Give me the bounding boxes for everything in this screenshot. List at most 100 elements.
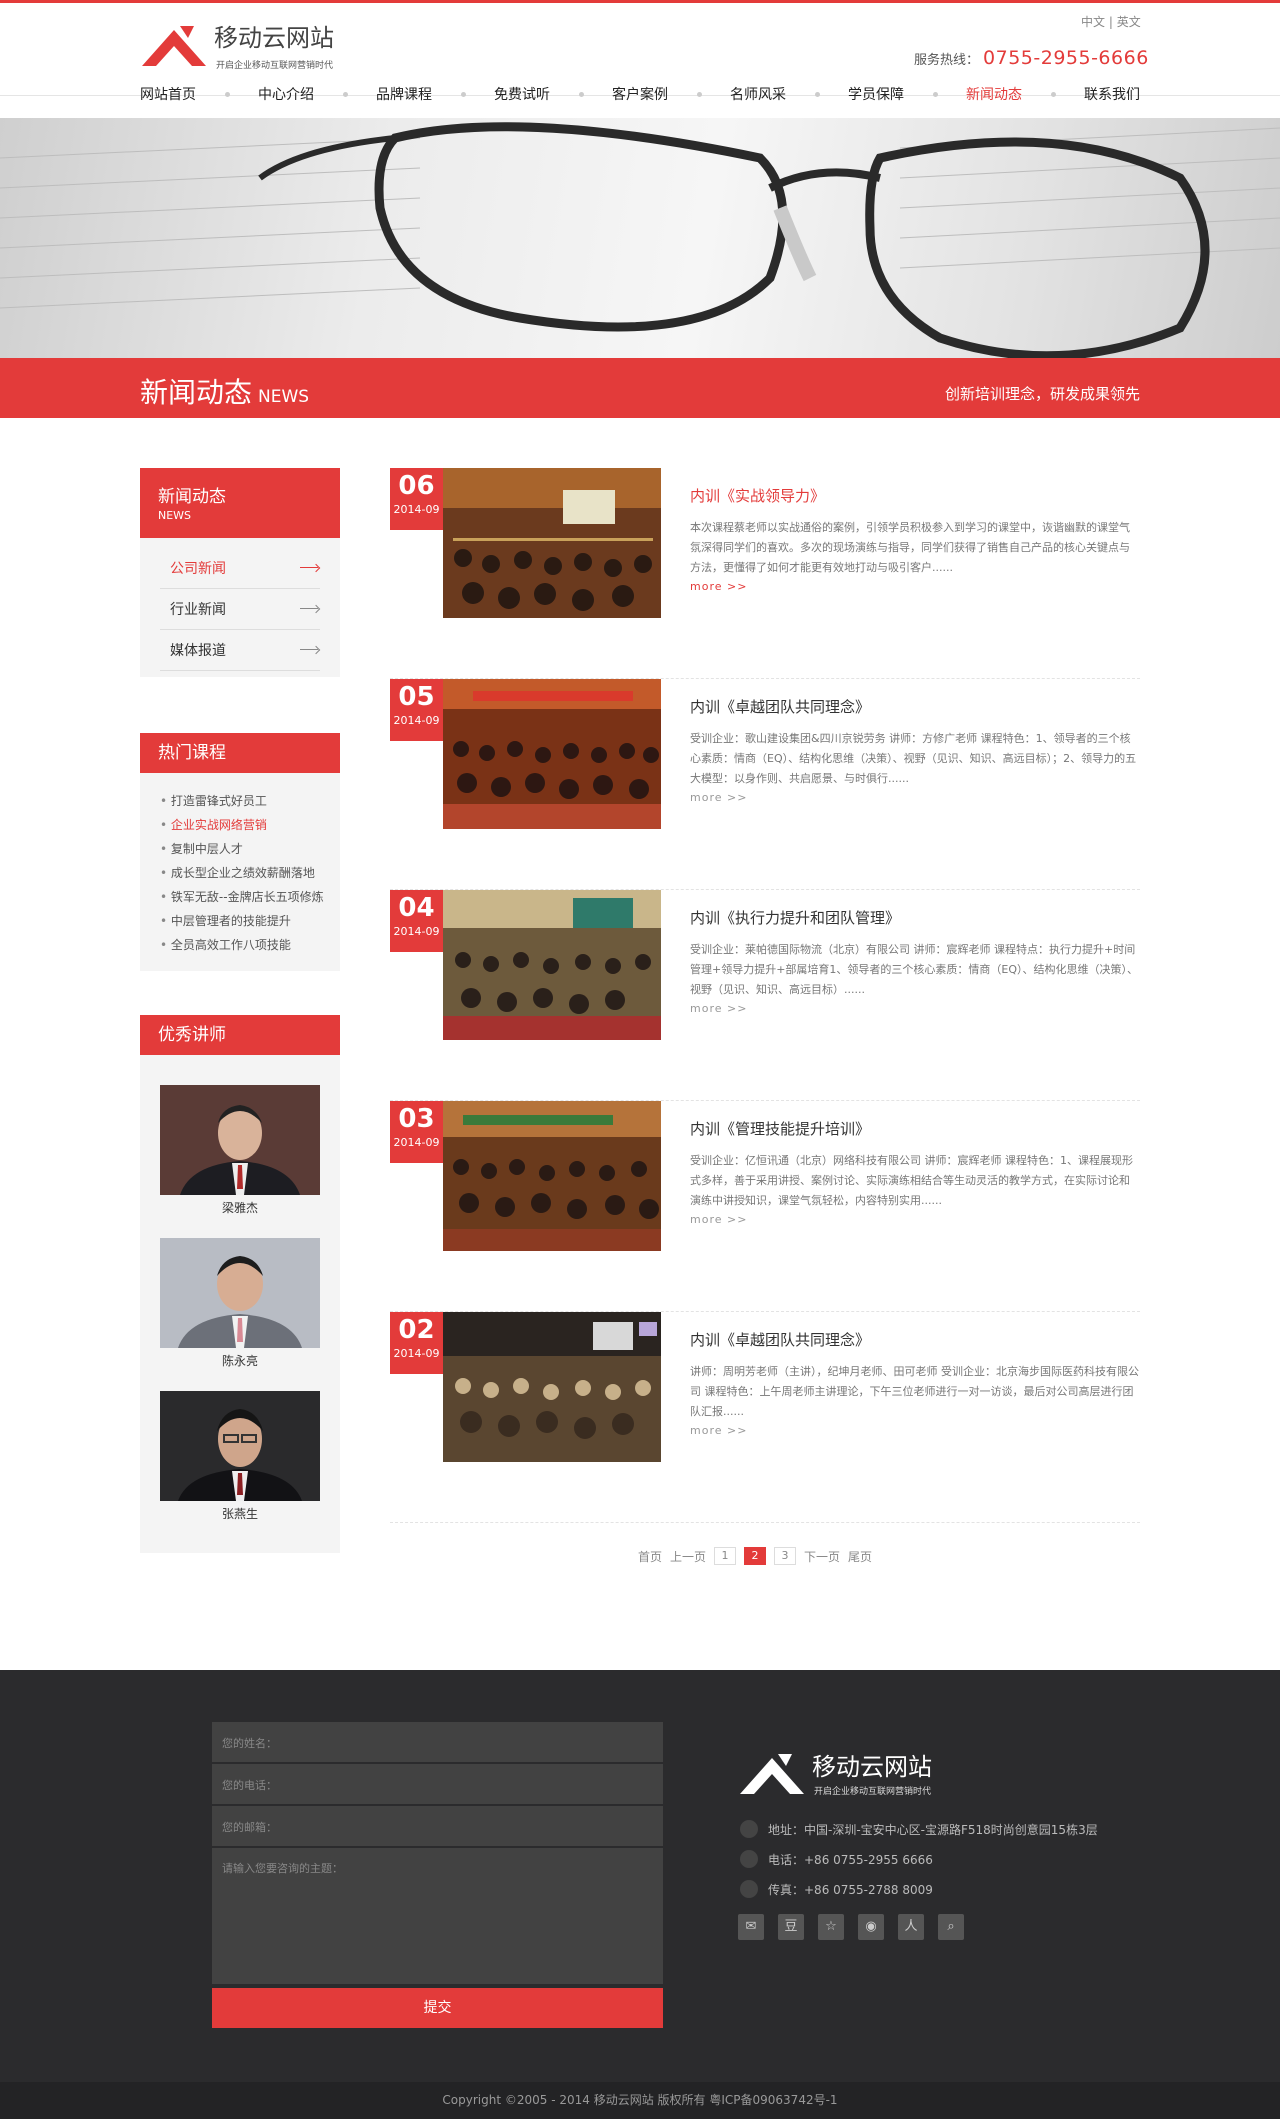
teacher-card[interactable]: 张燕生 [160,1391,320,1544]
logo-icon [140,24,208,68]
teacher-name: 梁雅杰 [221,1201,258,1215]
news-date-badge: 02 2014-09 [390,1312,443,1374]
nav-item-contact[interactable]: 联系我们 [1084,84,1140,104]
name-field[interactable]: 您的姓名： [212,1722,663,1762]
news-body: 内训《执行力提升和团队管理》 受训企业：莱帕德国际物流（北京）有限公司 讲师：宸… [690,906,1140,1015]
weibo-icon[interactable]: ◉ [858,1914,884,1940]
news-year-month: 2014-09 [393,714,440,727]
hot-course-item[interactable]: 成长型企业之绩效薪酬落地 [160,861,340,885]
news-year-month: 2014-09 [393,1136,440,1149]
news-date-badge: 03 2014-09 [390,1101,443,1163]
news-title[interactable]: 内训《实战领导力》 [690,484,1140,508]
teachers-title: 优秀讲师 [140,1015,340,1055]
location-icon [740,1820,758,1838]
arrow-right-icon [300,605,320,613]
news-more-link[interactable]: more >> [690,1424,1140,1437]
nav-item-cases[interactable]: 客户案例 [612,84,668,104]
message-field[interactable]: 请输入您要咨询的主题： [212,1848,663,1984]
nav-separator [578,91,584,97]
teacher-photo [160,1391,320,1501]
sidebar-item-label: 公司新闻 [170,561,226,577]
news-thumbnail[interactable] [443,679,661,829]
news-title[interactable]: 内训《管理技能提升培训》 [690,1117,1140,1141]
teacher-card[interactable]: 陈永亮 [160,1238,320,1391]
news-more-link[interactable]: more >> [690,1002,1140,1015]
hot-course-item[interactable]: 中层管理者的技能提升 [160,909,340,933]
hot-course-item[interactable]: 复制中层人才 [160,837,340,861]
top-accent-line [0,0,1280,3]
lang-separator: | [1108,15,1113,29]
section-slogan: 创新培训理念，研发成果领先 [944,385,1140,403]
pager-page-current[interactable]: 2 [744,1547,767,1565]
hot-course-item[interactable]: 打造雷锋式好员工 [160,789,340,813]
nav-item-about[interactable]: 中心介绍 [258,84,314,104]
news-body: 内训《卓越团队共同理念》 讲师：周明芳老师（主讲），纪坤月老师、田可老师 受训企… [690,1328,1140,1437]
phone-field[interactable]: 您的电话： [212,1764,663,1804]
news-year-month: 2014-09 [393,1347,440,1360]
news-thumbnail[interactable] [443,890,661,1040]
news-thumbnail[interactable] [443,1101,661,1251]
search-icon[interactable]: ⌕ [938,1914,964,1940]
news-more-link[interactable]: more >> [690,1213,1140,1226]
sidebar-head: 新闻动态 NEWS [140,468,340,538]
submit-button[interactable]: 提交 [212,1988,663,2028]
nav-item-home[interactable]: 网站首页 [140,84,196,104]
nav-separator [460,91,466,97]
section-title-en: NEWS [258,387,310,407]
pager-last[interactable]: 尾页 [848,1548,872,1565]
news-item[interactable]: 03 2014-09 内训《管理技能提升培训》 受训企业：亿恒讯通（北京）网络科… [390,1101,1140,1312]
arrow-right-icon [300,564,320,572]
nav-item-teachers[interactable]: 名师风采 [730,84,786,104]
news-more-link[interactable]: more >> [690,580,1140,593]
email-field[interactable]: 您的邮箱： [212,1806,663,1846]
pager-page[interactable]: 1 [714,1547,737,1565]
news-title[interactable]: 内训《卓越团队共同理念》 [690,1328,1140,1352]
news-summary: 讲师：周明芳老师（主讲），纪坤月老师、田可老师 受训企业：北京海步国际医药科技有… [690,1365,1139,1418]
sidebar-item-industry-news[interactable]: 行业新闻 [160,589,320,630]
footer-logo-title: 移动云网站 [812,1753,932,1781]
news-more-link[interactable]: more >> [690,791,1140,804]
site-logo[interactable]: 移动云网站 开启企业移动互联网营销时代 [140,24,334,71]
news-item[interactable]: 06 2014-09 内训《实战领导力》 本次课程蔡老师以实战通俗的案例，引领学… [390,468,1140,679]
pager-next[interactable]: 下一页 [804,1548,840,1565]
renren-icon[interactable]: 人 [898,1914,924,1940]
nav-item-courses[interactable]: 品牌课程 [376,84,432,104]
sidebar-item-company-news[interactable]: 公司新闻 [160,548,320,589]
phone-icon [740,1850,758,1868]
fax-icon [740,1880,758,1898]
section-title-cn: 新闻动态 [140,376,253,409]
news-item[interactable]: 04 2014-09 内训《执行力提升和团队管理》 受训企业：莱帕德国际物流（北… [390,890,1140,1101]
teacher-name: 陈永亮 [221,1354,258,1368]
lang-cn-link[interactable]: 中文 [1081,15,1105,29]
douban-icon[interactable]: 豆 [778,1914,804,1940]
news-title[interactable]: 内训《卓越团队共同理念》 [690,695,1140,719]
pager-prev[interactable]: 上一页 [670,1548,706,1565]
news-summary: 受训企业：歌山建设集团&四川京锐劳务 讲师：方修广老师 课程特色：1、领导者的三… [690,732,1137,785]
news-item[interactable]: 05 2014-09 内训《卓越团队共同理念》 受训企业：歌山建设集团&四川京锐… [390,679,1140,890]
nav-item-news[interactable]: 新闻动态 [966,84,1022,104]
footer-logo-subtitle: 开启企业移动互联网营销时代 [814,1787,932,1797]
logo-title: 移动云网站 [214,24,334,52]
sidebar-hot-courses: 热门课程 打造雷锋式好员工 企业实战网络营销 复制中层人才 成长型企业之绩效薪酬… [140,733,340,971]
news-title[interactable]: 内训《执行力提升和团队管理》 [690,906,1140,930]
footer-phone: 电话：+86 0755-2955 6666 [740,1844,1098,1874]
nav-item-guarantee[interactable]: 学员保障 [848,84,904,104]
footer-logo[interactable]: 移动云网站 开启企业移动互联网营销时代 [738,1752,932,1797]
pager-page[interactable]: 3 [774,1547,797,1565]
nav-item-trial[interactable]: 免费试听 [494,84,550,104]
lang-en-link[interactable]: 英文 [1117,15,1141,29]
hero-banner-image [0,118,1280,358]
news-thumbnail[interactable] [443,468,661,618]
sidebar-item-media-reports[interactable]: 媒体报道 [160,630,320,671]
news-thumbnail[interactable] [443,1312,661,1462]
nav-separator [342,91,348,97]
teacher-card[interactable]: 梁雅杰 [160,1085,320,1238]
wechat-icon[interactable]: ✉ [738,1914,764,1940]
hot-course-item[interactable]: 全员高效工作八项技能 [160,933,340,957]
news-day: 03 [398,1104,435,1134]
hot-course-item[interactable]: 铁军无敌--金牌店长五项修炼 [160,885,340,909]
pager-first[interactable]: 首页 [638,1548,662,1565]
star-icon[interactable]: ☆ [818,1914,844,1940]
hot-course-item[interactable]: 企业实战网络营销 [160,813,340,837]
news-item[interactable]: 02 2014-09 内训《卓越团队共同理念》 讲师：周明芳老师（主讲），纪坤月… [390,1312,1140,1523]
